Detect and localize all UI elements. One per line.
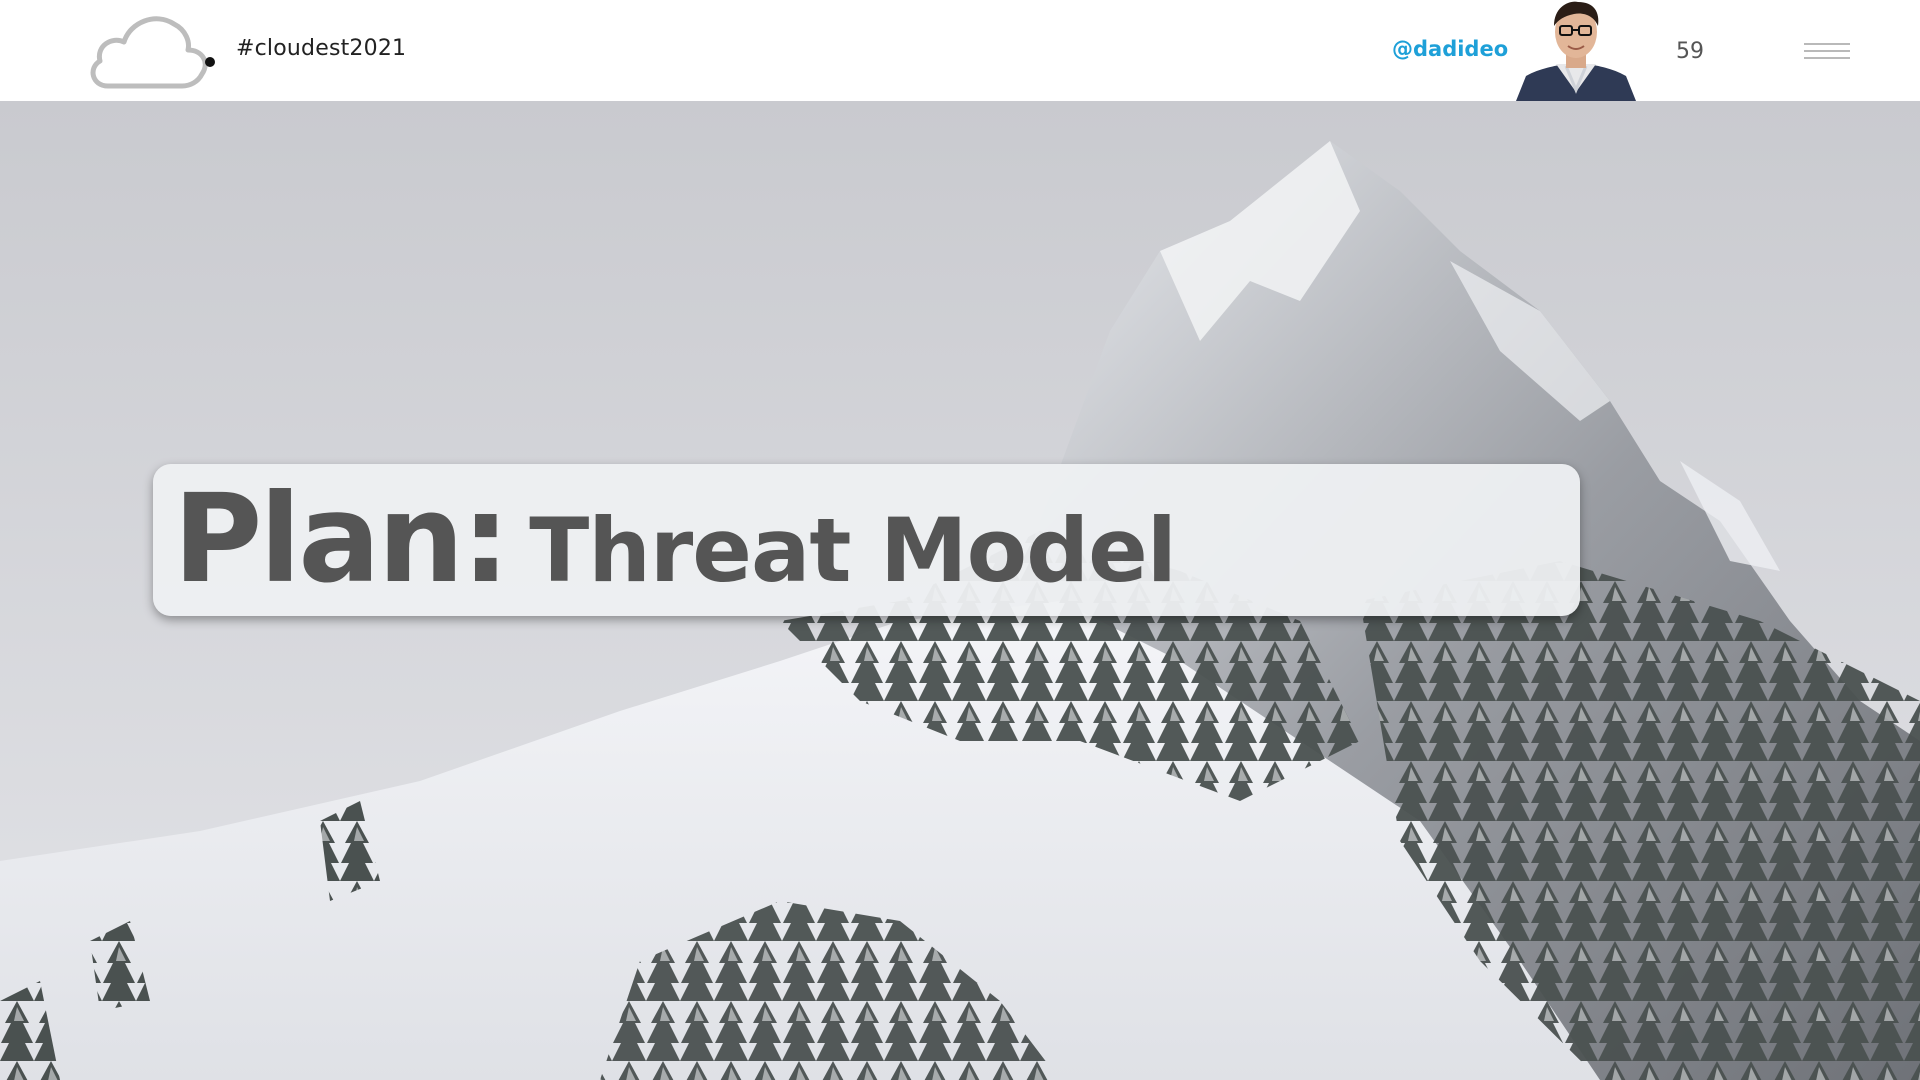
page-number: 59 [1676,39,1704,64]
hashtag-text: #cloudest2021 [236,36,407,61]
cloud-logo-icon [90,16,215,89]
title-sub: Threat Model [529,499,1177,602]
slide-title: Plan: Threat Model [173,464,1177,616]
avatar [1512,0,1640,101]
hamburger-menu-icon[interactable] [1804,43,1850,61]
slide: #cloudest2021 @dadideo 59 Plan: Threat M… [0,0,1920,1080]
title-main: Plan: [173,468,510,610]
twitter-handle-link[interactable]: @dadideo [1392,37,1508,61]
title-card: Plan: Threat Model [153,464,1580,616]
header-bar: #cloudest2021 @dadideo 59 [0,0,1920,101]
